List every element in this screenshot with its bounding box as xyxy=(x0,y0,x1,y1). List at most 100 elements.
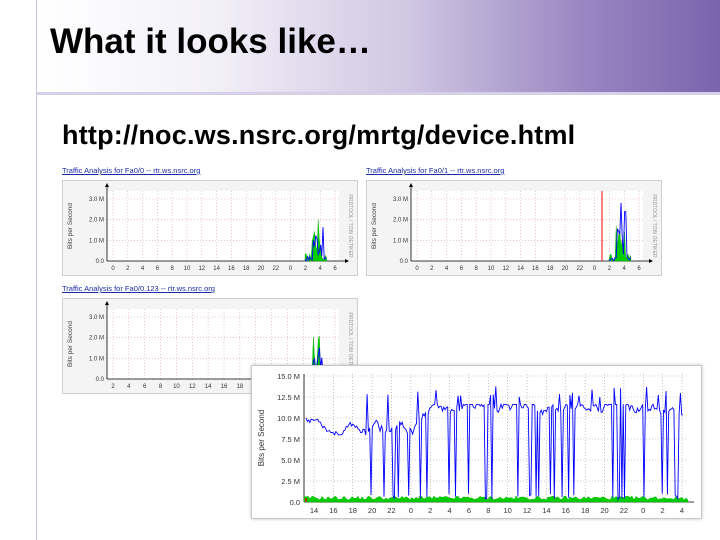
x-tick-label: 10 xyxy=(504,506,512,515)
x-tick-label: 18 xyxy=(237,384,244,390)
x-tick-label: 16 xyxy=(329,506,337,515)
x-tick-label: 12 xyxy=(198,266,205,272)
x-tick-label: 2 xyxy=(608,266,612,272)
x-tick-label: 22 xyxy=(387,506,395,515)
x-tick-label: 10 xyxy=(488,266,495,272)
y-tick-label: 0.0 xyxy=(96,259,105,265)
x-tick-label: 14 xyxy=(517,266,524,272)
x-tick-label: 18 xyxy=(349,506,357,515)
x-tick-label: 14 xyxy=(542,506,550,515)
x-tick-label: 8 xyxy=(475,266,479,272)
y-axis-arrow xyxy=(409,183,413,187)
x-tick-label: 20 xyxy=(600,506,608,515)
x-tick-label: 14 xyxy=(213,266,220,272)
slide: What it looks like… http://noc.ws.nsrc.o… xyxy=(0,0,720,540)
x-tick-label: 16 xyxy=(221,384,228,390)
x-tick-label: 8 xyxy=(171,266,175,272)
x-axis-arrow xyxy=(345,259,349,263)
y-tick-label: 5.0 M xyxy=(281,456,300,465)
y-axis-label: Bits per Second xyxy=(257,410,266,466)
y-tick-label: 1.0 M xyxy=(89,356,104,362)
x-tick-label: 0 xyxy=(415,266,419,272)
x-tick-label: 6 xyxy=(143,384,147,390)
y-tick-label: 10.0 M xyxy=(277,414,300,423)
x-tick-label: 8 xyxy=(159,384,163,390)
y-axis-arrow xyxy=(105,183,109,187)
x-tick-label: 0 xyxy=(111,266,115,272)
x-tick-label: 6 xyxy=(156,266,160,272)
x-tick-label: 4 xyxy=(141,266,145,272)
traffic-graph-svg: Bits per Second 3.0 M 2.0 M 1.0 M 0.0 0 2 4 6 8 10… xyxy=(371,183,657,272)
x-tick-label: 18 xyxy=(243,266,250,272)
y-axis-label: Bits per Second xyxy=(67,203,74,249)
x-tick-label: 2 xyxy=(111,384,115,390)
x-tick-label: 12 xyxy=(523,506,531,515)
y-tick-label: 3.0 M xyxy=(89,315,104,321)
zoomed-traffic-graph: Bits per Second 15.0 M 12.5 M 10.0 M 7.5 M 5.… xyxy=(251,365,702,519)
traffic-graph-fa0-0: Bits per Second 3.0 M 2.0 M 1.0 M 0.0 0 2 4 6 8 10… xyxy=(62,180,358,276)
x-tick-label: 14 xyxy=(205,384,212,390)
panel-title-link[interactable]: Traffic Analysis for Fa0/1 -- rtr.ws.nsr… xyxy=(366,166,504,175)
y-axis-label: Bits per Second xyxy=(371,203,378,249)
y-tick-label: 1.0 M xyxy=(89,238,104,244)
rrdtool-credit: RRDTOOL / TOBI OETIKER xyxy=(347,194,353,258)
y-axis-label: Bits per Second xyxy=(67,321,74,367)
x-tick-label: 18 xyxy=(547,266,554,272)
x-tick-label: 12 xyxy=(189,384,196,390)
x-tick-label: 4 xyxy=(680,506,684,515)
rrdtool-credit: RRDTOOL / TOBI OETIKER xyxy=(651,194,657,258)
left-border xyxy=(36,0,37,540)
x-tick-label: 2 xyxy=(428,506,432,515)
y-tick-label: 1.0 M xyxy=(393,238,408,244)
y-tick-label: 2.0 M xyxy=(89,218,104,224)
x-tick-label: 10 xyxy=(173,384,180,390)
x-tick-label: 0 xyxy=(289,266,293,272)
x-tick-label: 20 xyxy=(368,506,376,515)
y-tick-label: 2.5 M xyxy=(281,477,300,486)
x-tick-label: 18 xyxy=(581,506,589,515)
plot-area xyxy=(411,191,643,261)
x-tick-label: 4 xyxy=(445,266,449,272)
x-tick-label: 2 xyxy=(430,266,434,272)
y-tick-label: 12.5 M xyxy=(277,393,300,402)
x-tick-label: 0 xyxy=(641,506,645,515)
x-tick-label: 16 xyxy=(228,266,235,272)
plot-area xyxy=(107,191,339,261)
x-tick-label: 6 xyxy=(460,266,464,272)
x-tick-label: 4 xyxy=(447,506,451,515)
y-tick-label: 0.0 xyxy=(96,377,105,383)
panel-title-link[interactable]: Traffic Analysis for Fa0/0.123 -- rtr.ws… xyxy=(62,284,215,293)
y-tick-label: 15.0 M xyxy=(277,372,300,381)
x-tick-label: 4 xyxy=(319,266,323,272)
traffic-panel-fa0-1: Traffic Analysis for Fa0/1 -- rtr.ws.nsr… xyxy=(366,166,662,276)
x-tick-label: 0 xyxy=(409,506,413,515)
x-tick-label: 20 xyxy=(258,266,265,272)
y-tick-label: 0.0 xyxy=(400,259,409,265)
x-axis-arrow xyxy=(649,259,653,263)
y-tick-label: 0.0 xyxy=(290,498,300,507)
x-tick-label: 10 xyxy=(184,266,191,272)
x-tick-label: 22 xyxy=(272,266,279,272)
x-tick-label: 2 xyxy=(661,506,665,515)
x-tick-label: 6 xyxy=(467,506,471,515)
panel-title-link[interactable]: Traffic Analysis for Fa0/0 -- rtr.ws.nsr… xyxy=(62,166,200,175)
x-tick-label: 8 xyxy=(486,506,490,515)
y-tick-label: 3.0 M xyxy=(89,197,104,203)
y-tick-label: 3.0 M xyxy=(393,197,408,203)
x-tick-label: 20 xyxy=(562,266,569,272)
slide-title: What it looks like… xyxy=(50,22,371,61)
title-bar: What it looks like… xyxy=(36,0,720,95)
x-tick-label: 4 xyxy=(127,384,131,390)
y-axis-arrow xyxy=(105,301,109,305)
traffic-graph-fa0-1: Bits per Second 3.0 M 2.0 M 1.0 M 0.0 0 2 4 6 8 10… xyxy=(366,180,662,276)
url-text: http://noc.ws.nsrc.org/mrtg/device.html xyxy=(62,120,576,150)
x-tick-label: 2 xyxy=(304,266,308,272)
x-tick-label: 22 xyxy=(576,266,583,272)
y-tick-label: 7.5 M xyxy=(281,435,300,444)
x-tick-label: 16 xyxy=(562,506,570,515)
y-tick-label: 2.0 M xyxy=(89,336,104,342)
x-tick-label: 2 xyxy=(126,266,130,272)
x-tick-label: 6 xyxy=(637,266,641,272)
x-tick-label: 4 xyxy=(623,266,627,272)
x-tick-label: 14 xyxy=(310,506,318,515)
